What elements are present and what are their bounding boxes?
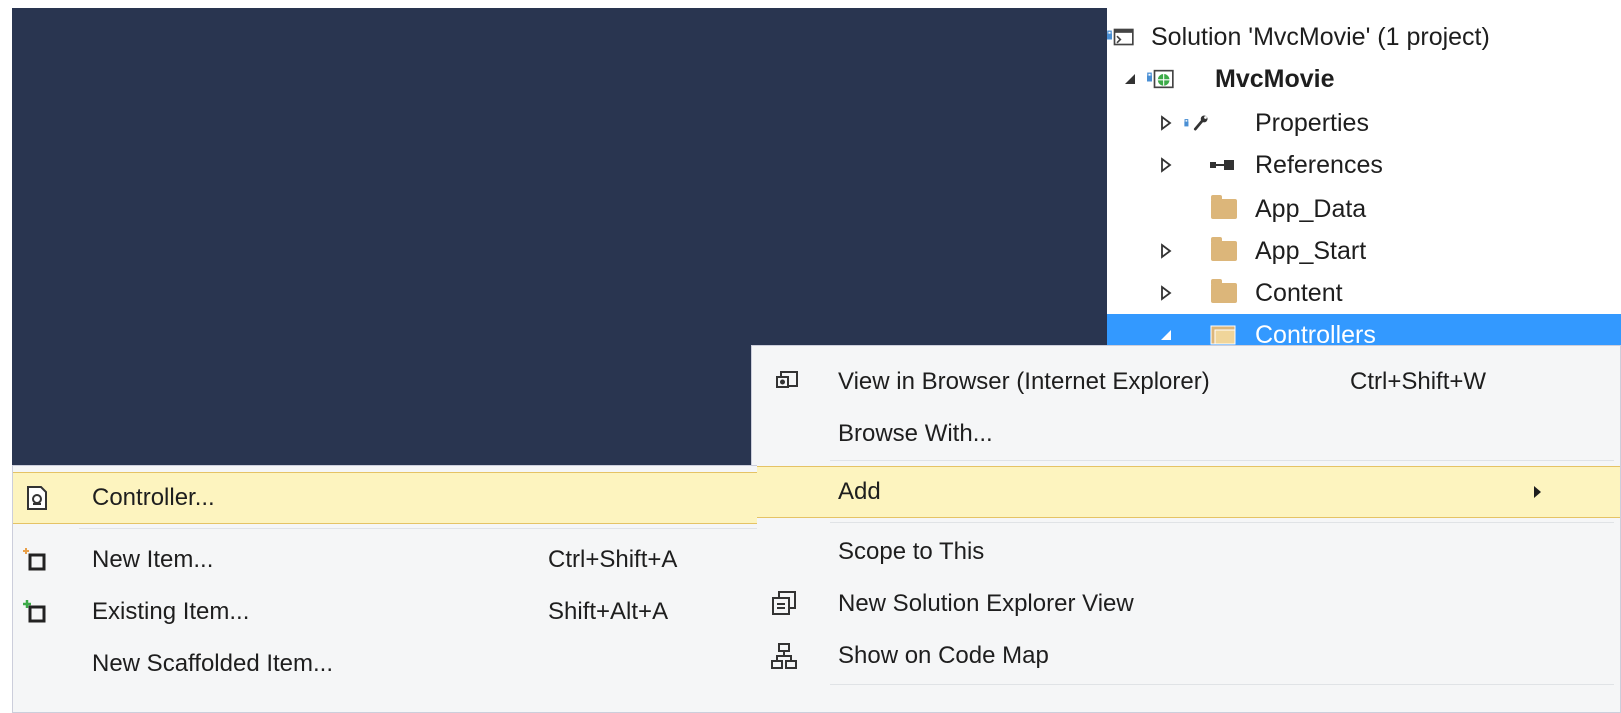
folder-icon: [1209, 237, 1239, 264]
menu-item-show-on-code-map[interactable]: Show on Code Map: [752, 630, 1620, 682]
expand-triangle-icon[interactable]: [1157, 156, 1175, 174]
folder-icon: [1209, 279, 1239, 306]
menu-item-view-in-browser[interactable]: View in Browser (Internet Explorer) Ctrl…: [752, 356, 1620, 408]
menu-item-label: New Scaffolded Item...: [92, 650, 334, 677]
tree-item-label: References: [1255, 150, 1383, 179]
web-project-icon: [1147, 66, 1177, 92]
visual-studio-window: Solution 'MvcMovie' (1 project) MvcMovie: [0, 0, 1621, 713]
context-menu: View in Browser (Internet Explorer) Ctrl…: [751, 345, 1621, 713]
expand-triangle-icon[interactable]: [1157, 242, 1175, 260]
tree-item-app-start[interactable]: App_Start: [1107, 230, 1621, 272]
menu-separator: [830, 522, 1614, 523]
expand-triangle-icon[interactable]: [1157, 114, 1175, 132]
tree-item-label: App_Start: [1255, 236, 1367, 265]
browser-icon: [774, 368, 802, 396]
folder-icon: [1209, 195, 1239, 222]
wrench-icon: [1183, 110, 1213, 136]
solution-icon: [1107, 24, 1137, 50]
menu-item-label: Controller...: [92, 484, 215, 511]
tree-item-label: Content: [1255, 278, 1343, 307]
submenu-item-new-scaffolded-item[interactable]: New Scaffolded Item...: [13, 638, 757, 690]
menu-item-label: New Item...: [92, 546, 214, 573]
submenu-arrow-icon: [1534, 486, 1541, 498]
tree-item-project[interactable]: MvcMovie: [1107, 58, 1621, 100]
existing-item-icon: [21, 598, 49, 626]
menu-separator: [79, 528, 757, 529]
tree-item-label: Solution 'MvcMovie' (1 project): [1151, 22, 1490, 51]
menu-item-browse-with[interactable]: Browse With...: [752, 408, 1620, 460]
menu-item-label: Browse With...: [838, 420, 993, 447]
menu-item-shortcut: Ctrl+Shift+A: [548, 546, 678, 573]
expand-triangle-icon[interactable]: [1157, 284, 1175, 302]
submenu-item-new-item[interactable]: New Item... Ctrl+Shift+A: [13, 534, 757, 586]
menu-item-new-solution-explorer-view[interactable]: New Solution Explorer View: [752, 578, 1620, 630]
tree-item-properties[interactable]: Properties: [1107, 102, 1621, 144]
collapse-triangle-icon[interactable]: [1121, 70, 1139, 88]
controller-icon: [23, 484, 51, 512]
tree-item-solution[interactable]: Solution 'MvcMovie' (1 project): [1107, 16, 1621, 58]
menu-item-shortcut: Ctrl+Shift+W: [1350, 368, 1487, 395]
references-icon: [1207, 152, 1237, 178]
menu-item-label: Show on Code Map: [838, 642, 1049, 669]
code-map-icon: [770, 642, 798, 670]
menu-item-label: View in Browser (Internet Explorer): [838, 368, 1210, 395]
tree-item-references[interactable]: References: [1107, 144, 1621, 186]
menu-item-label: New Solution Explorer View: [838, 590, 1134, 617]
tree-item-label: MvcMovie: [1215, 64, 1335, 93]
menu-item-scope-to-this[interactable]: Scope to This: [752, 526, 1620, 578]
tree-item-label: Properties: [1255, 108, 1369, 137]
submenu-item-controller[interactable]: Controller...: [13, 472, 757, 524]
menu-item-add[interactable]: Add: [752, 466, 1620, 518]
tree-item-app-data[interactable]: App_Data: [1107, 188, 1621, 230]
tree-item-content[interactable]: Content: [1107, 272, 1621, 314]
menu-separator: [830, 460, 1614, 461]
collapse-triangle-icon[interactable]: [1157, 326, 1175, 344]
menu-item-label: Add: [838, 478, 881, 505]
submenu-item-existing-item[interactable]: Existing Item... Shift+Alt+A: [13, 586, 757, 638]
menu-item-label: Scope to This: [838, 538, 985, 565]
menu-item-label: Existing Item...: [92, 598, 250, 625]
menu-item-shortcut: Shift+Alt+A: [548, 598, 669, 625]
menu-separator: [830, 684, 1614, 685]
new-view-icon: [770, 590, 798, 618]
tree-item-label: App_Data: [1255, 194, 1367, 223]
add-submenu: Controller... New Item... Ctrl+Shift+A E…: [12, 465, 757, 713]
new-item-icon: [21, 546, 49, 574]
